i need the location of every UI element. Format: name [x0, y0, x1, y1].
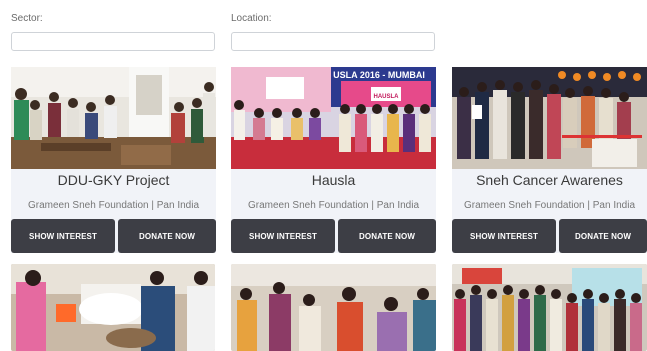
- location-label: Location:: [231, 13, 272, 24]
- location-input[interactable]: [231, 32, 435, 51]
- project-title[interactable]: DDU-GKY Project: [11, 172, 216, 190]
- project-photo[interactable]: [452, 67, 647, 169]
- donate-now-button[interactable]: DONATE NOW: [118, 219, 216, 253]
- project-title[interactable]: Sneh Cancer Awarenes: [452, 172, 647, 190]
- donate-now-button[interactable]: DONATE NOW: [559, 219, 647, 253]
- project-organization: Grameen Sneh Foundation | Pan India: [27, 200, 200, 211]
- show-interest-button[interactable]: SHOW INTEREST: [11, 219, 115, 253]
- project-card-ddu-gky: DDU-GKY Project Grameen Sneh Foundation …: [11, 67, 216, 253]
- project-card-photo-row2-1[interactable]: [11, 264, 215, 351]
- show-interest-button[interactable]: SHOW INTEREST: [452, 219, 556, 253]
- project-card-sneh-cancer-awareness: Sneh Cancer Awarenes Grameen Sneh Founda…: [452, 67, 647, 253]
- project-card-photo-row2-3[interactable]: [452, 264, 647, 351]
- project-photo[interactable]: USLA 2016 - MUMBAI HAUSLA: [231, 67, 436, 169]
- donate-now-button[interactable]: DONATE NOW: [338, 219, 436, 253]
- location-filter: Location:: [231, 13, 435, 51]
- project-card-hausla: USLA 2016 - MUMBAI HAUSLA Hausla Grameen…: [231, 67, 436, 253]
- sector-label: Sector:: [11, 13, 43, 24]
- project-photo[interactable]: [11, 67, 216, 169]
- hausla-banner-brand: HAUSLA: [374, 94, 400, 100]
- project-title[interactable]: Hausla: [231, 172, 436, 190]
- sector-input[interactable]: [11, 32, 215, 51]
- show-interest-button[interactable]: SHOW INTEREST: [231, 219, 335, 253]
- sector-filter: Sector:: [11, 13, 215, 51]
- project-organization: Grameen Sneh Foundation | Pan India: [463, 200, 636, 211]
- hausla-banner-text: USLA 2016 - MUMBAI: [333, 70, 425, 80]
- project-organization: Grameen Sneh Foundation | Pan India: [247, 200, 420, 211]
- project-card-photo-row2-2[interactable]: [231, 264, 436, 351]
